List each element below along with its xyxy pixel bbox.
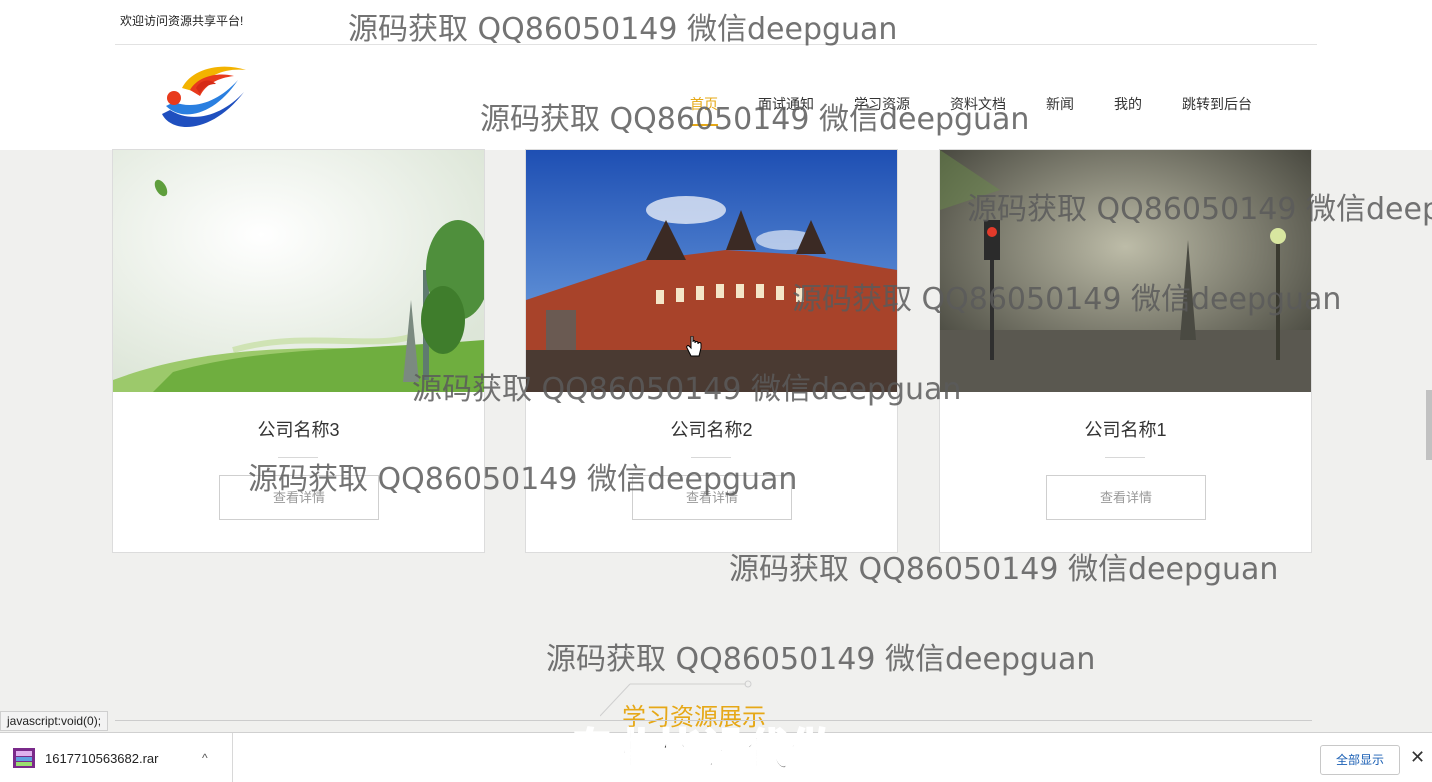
view-details-button[interactable]: 查看详情 <box>1046 475 1206 520</box>
company-name: 公司名称1 <box>1084 420 1167 440</box>
nav-learning-resources[interactable]: 学习资源 <box>854 92 910 122</box>
company-card: 公司名称2 查看详情 <box>525 149 898 553</box>
scrollbar-thumb[interactable] <box>1426 390 1432 460</box>
card-divider <box>691 457 731 458</box>
view-details-button[interactable]: 查看详情 <box>219 475 379 520</box>
rar-archive-icon <box>13 748 35 768</box>
company-name: 公司名称2 <box>670 420 753 440</box>
welcome-text: 欢迎访问资源共享平台! <box>120 14 244 28</box>
site-header: 欢迎访问资源共享平台! 首页 面试通知 学习资源 资料文档 新闻 我的 跳转到后… <box>0 0 1432 150</box>
nav-interview-notice[interactable]: 面试通知 <box>758 92 814 122</box>
card-divider <box>278 457 318 458</box>
company-name: 公司名称3 <box>257 420 340 440</box>
header-divider <box>115 44 1317 45</box>
download-file-name: 1617710563682.rar <box>45 751 159 766</box>
company-image[interactable] <box>113 150 484 392</box>
watermark-banner: 专业毕设代做 <box>569 724 835 777</box>
nav-mine[interactable]: 我的 <box>1114 92 1142 122</box>
watermark-text: 源码获取 QQ86050149 微信deepguan <box>546 642 1096 677</box>
status-bar-url: javascript:void(0); <box>0 711 109 731</box>
nav-admin[interactable]: 跳转到后台 <box>1182 92 1252 122</box>
download-item[interactable]: 1617710563682.rar ^ <box>0 733 233 782</box>
company-card: 公司名称1 查看详情 <box>939 149 1312 553</box>
nav-home[interactable]: 首页 <box>690 92 718 126</box>
chevron-up-icon[interactable]: ^ <box>202 751 208 765</box>
close-icon[interactable]: ✕ <box>1410 747 1425 768</box>
main-nav: 首页 面试通知 学习资源 资料文档 新闻 我的 跳转到后台 <box>690 92 1292 126</box>
nav-documents[interactable]: 资料文档 <box>950 92 1006 122</box>
card-divider <box>1105 457 1145 458</box>
site-logo[interactable] <box>152 58 252 136</box>
company-image[interactable] <box>526 150 897 392</box>
company-card: 公司名称3 查看详情 <box>112 149 485 553</box>
company-image[interactable] <box>940 150 1311 392</box>
show-all-downloads-button[interactable]: 全部显示 <box>1320 745 1400 775</box>
hand-cursor-icon <box>686 336 702 357</box>
view-details-button[interactable]: 查看详情 <box>632 475 792 520</box>
nav-news[interactable]: 新闻 <box>1046 92 1074 122</box>
